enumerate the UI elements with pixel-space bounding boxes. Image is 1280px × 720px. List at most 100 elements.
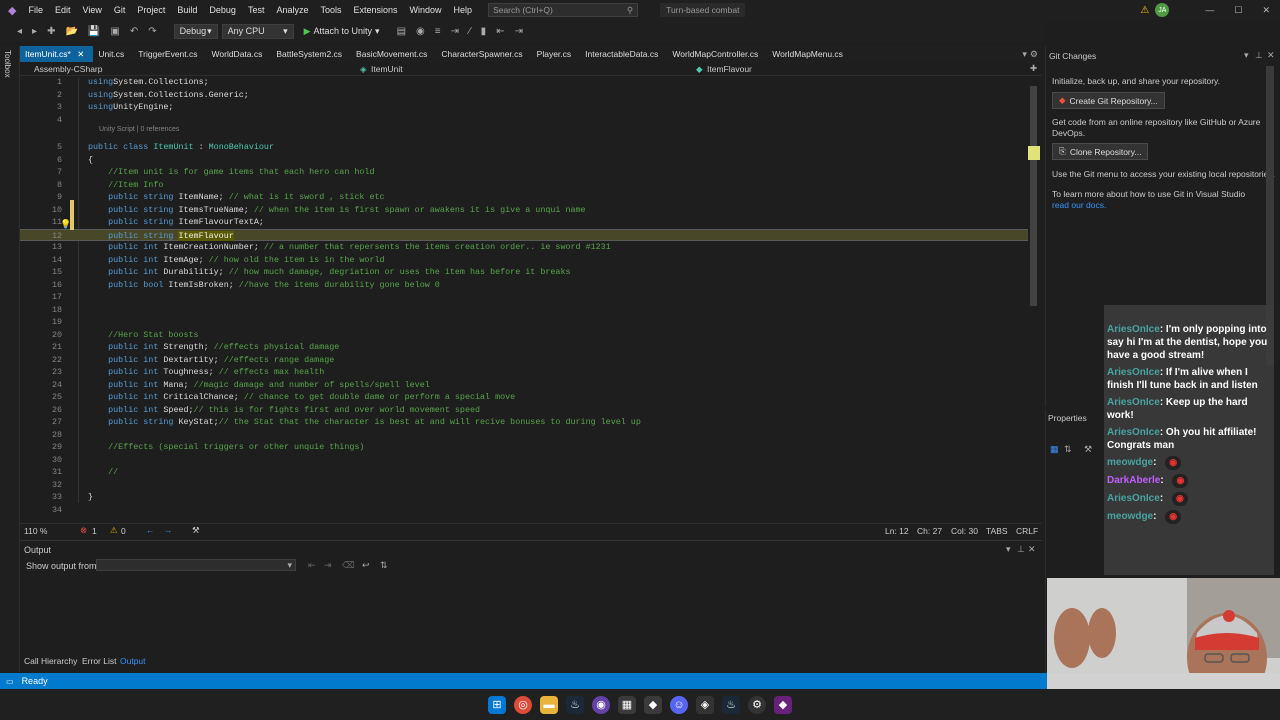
menu-analyze[interactable]: Analyze [270, 5, 314, 15]
minimize-button[interactable]: — [1205, 5, 1214, 15]
member-dropdown[interactable]: ItemFlavour [707, 64, 752, 74]
code-line[interactable]: 18 [20, 304, 1028, 317]
codelens[interactable]: Unity Script | 0 references [99, 126, 179, 133]
unity-icon[interactable]: ◈ [696, 695, 714, 714]
pin-icon[interactable]: ⊥ [1017, 544, 1025, 555]
menu-debug[interactable]: Debug [203, 5, 242, 15]
code-line[interactable]: 14 public int ItemAge; // how old the it… [20, 254, 1028, 267]
close-tab-icon[interactable]: ✕ [75, 49, 84, 59]
output-source-select[interactable]: ▾ [96, 559, 296, 571]
tab-error-list[interactable]: Error List [82, 656, 116, 666]
attach-to-unity-button[interactable]: ▶ Attach to Unity ▾ [304, 26, 380, 37]
indent-mode[interactable]: TABS [986, 526, 1008, 536]
camera-icon[interactable]: ◉ [413, 26, 428, 37]
code-line[interactable]: 20 //Hero Stat boosts [20, 329, 1028, 342]
code-line[interactable]: 29 //Effects (special triggers or other … [20, 441, 1028, 454]
forward-icon[interactable]: ▸ [29, 26, 40, 37]
code-line[interactable]: 10 public string ItemsTrueName; // when … [20, 204, 1028, 217]
line-ending[interactable]: CRLF [1016, 526, 1038, 536]
code-line[interactable]: 7 //Item unit is for game items that eac… [20, 166, 1028, 179]
code-line[interactable]: 33} [20, 491, 1028, 504]
tab-file[interactable]: WorldData.cs [207, 46, 272, 62]
tab-menu-icon[interactable]: ▾ [1022, 49, 1030, 60]
settings-icon[interactable]: ⚙ [1030, 49, 1042, 60]
categorized-icon[interactable]: ▦ [1050, 444, 1059, 455]
configuration-select[interactable]: Debug ▾ [173, 23, 218, 39]
maximize-button[interactable]: ☐ [1234, 5, 1242, 16]
code-line[interactable]: 12 public string ItemFlavour [20, 228, 1028, 241]
bookmark-next-icon[interactable]: ⇥ [512, 26, 526, 37]
code-line[interactable]: 17 [20, 291, 1028, 304]
alphabetical-icon[interactable]: ⇅ [1064, 444, 1072, 455]
next-message-icon[interactable]: ⇥ [324, 560, 332, 571]
windows-start-icon[interactable]: ⊞ [488, 695, 506, 714]
menu-edit[interactable]: Edit [49, 5, 77, 15]
tab-call-hierarchy[interactable]: Call Hierarchy [24, 656, 77, 666]
tab-file[interactable]: CharacterSpawner.cs [436, 46, 531, 62]
unity-hub-icon[interactable]: ⚙ [748, 695, 766, 714]
redo-icon[interactable]: ↷ [145, 26, 159, 37]
folder-icon[interactable]: ▤ [394, 26, 409, 37]
panel-menu-icon[interactable]: ▾ [1244, 50, 1249, 61]
editor-scrollbar[interactable] [1028, 76, 1040, 523]
create-git-repository-button[interactable]: ◆ Create Git Repository... [1052, 92, 1165, 109]
menu-build[interactable]: Build [171, 5, 203, 15]
split-icon[interactable]: ✚ [1030, 63, 1037, 74]
code-line[interactable]: 1 usingSystem.Collections; [20, 76, 1028, 89]
code-line[interactable]: 13 public int ItemCreationNumber; // a n… [20, 241, 1028, 254]
code-line[interactable]: 2 usingSystem.Collections.Generic; [20, 89, 1028, 102]
menu-view[interactable]: View [77, 5, 108, 15]
tab-file[interactable]: WorldMapController.cs [667, 46, 767, 62]
file-explorer-icon[interactable]: ▬ [540, 695, 558, 714]
code-line[interactable]: 11 public string ItemFlavourTextA; [20, 216, 1028, 229]
code-line[interactable]: 31 // [20, 466, 1028, 479]
code-line[interactable]: 27 public string KeyStat;// the Stat tha… [20, 416, 1028, 429]
code-line[interactable]: 16 public bool ItemIsBroken; //have the … [20, 279, 1028, 292]
zoom-level[interactable]: 110 % [24, 526, 47, 536]
word-wrap-icon[interactable]: ↩ [362, 560, 370, 571]
project-dropdown[interactable]: Assembly-CSharp [34, 64, 103, 74]
tab-file[interactable]: Player.cs [532, 46, 581, 62]
notification-icon[interactable]: ⚠ [1140, 5, 1149, 16]
undo-icon[interactable]: ↶ [127, 26, 141, 37]
code-line[interactable]: 32 [20, 479, 1028, 492]
code-line[interactable]: 22 public int Dextartity; //effects rang… [20, 354, 1028, 367]
panel-menu-icon[interactable]: ▾ [1006, 544, 1011, 555]
nav-forward-icon[interactable]: → [164, 525, 173, 535]
tab-file[interactable]: ItemUnit.cs* ✕ [20, 46, 94, 62]
scrollbar-thumb[interactable] [1030, 86, 1037, 306]
cleanup-icon[interactable]: ⚒ [192, 525, 200, 536]
clone-repository-button[interactable]: ⎘ Clone Repository... [1052, 143, 1149, 160]
wrench-icon[interactable]: ⚒ [1084, 444, 1092, 455]
menu-file[interactable]: File [22, 5, 49, 15]
user-avatar[interactable]: JA [1155, 3, 1170, 17]
code-line[interactable]: 23 public int Toughness; // effects max … [20, 366, 1028, 379]
code-line[interactable]: 9 public string ItemName; // what is it … [20, 191, 1028, 204]
tab-file[interactable]: BattleSystem2.cs [271, 46, 351, 62]
discord-icon[interactable]: ☺ [670, 695, 688, 714]
code-line[interactable]: 34 [20, 504, 1028, 517]
read-docs-link[interactable]: read our docs. [1052, 200, 1106, 210]
pin-icon[interactable]: ⊥ [1255, 50, 1263, 61]
menu-tools[interactable]: Tools [314, 5, 347, 15]
close-icon[interactable]: ✕ [1267, 50, 1275, 61]
code-line[interactable]: 6{ [20, 154, 1028, 167]
lightbulb-icon[interactable]: 💡 [60, 220, 71, 230]
tab-file[interactable]: InteractableData.cs [580, 46, 667, 62]
git-icon[interactable]: ◆ [644, 695, 662, 714]
search-input[interactable]: Search (Ctrl+Q) ⚲ [488, 3, 639, 17]
code-editor[interactable]: Unity Script | 0 references 1 usingSystem… [20, 76, 1028, 523]
close-window-button[interactable]: ✕ [1262, 5, 1270, 16]
code-line[interactable]: 4 [20, 114, 1028, 127]
menu-help[interactable]: Help [448, 5, 479, 15]
warning-icon[interactable]: ⚠ [110, 525, 118, 536]
code-line[interactable]: 28 [20, 429, 1028, 442]
bookmark-prev-icon[interactable]: ⇤ [493, 26, 507, 37]
chrome-icon[interactable]: ◎ [514, 695, 532, 714]
code-line[interactable]: 8 //Item Info [20, 179, 1028, 192]
open-icon[interactable]: 📂 [62, 26, 80, 37]
back-icon[interactable]: ◂ [14, 26, 25, 37]
clear-all-icon[interactable]: ⌫ [342, 560, 355, 571]
close-icon[interactable]: ✕ [1028, 544, 1036, 555]
code-line[interactable]: 21 public int Strength; //effects physic… [20, 341, 1028, 354]
